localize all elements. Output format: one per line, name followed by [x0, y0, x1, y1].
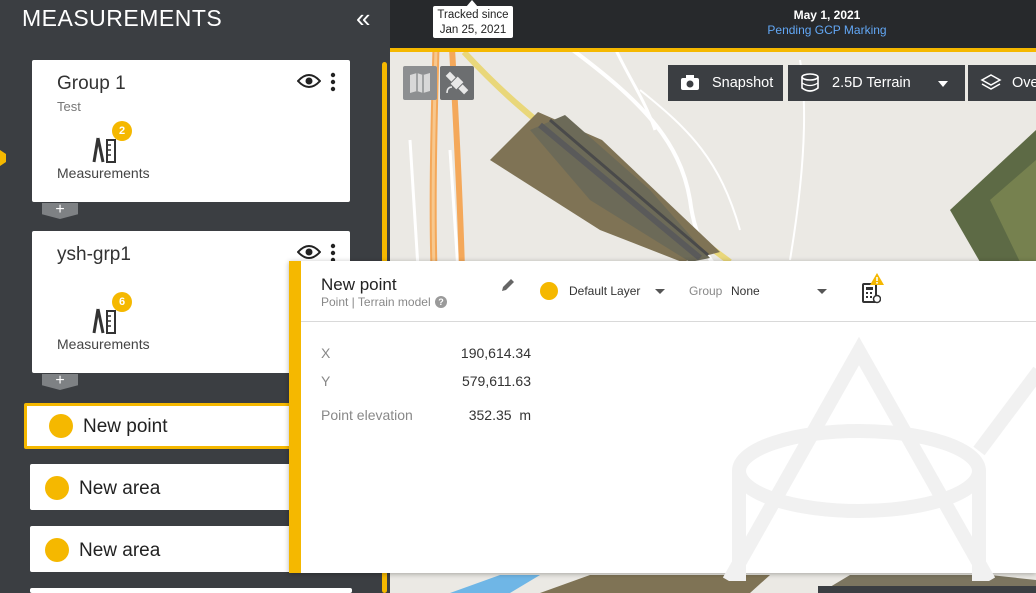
sidebar-title: MEASUREMENTS: [22, 5, 223, 31]
measurements-label: Measurements: [57, 165, 150, 181]
help-icon[interactable]: ?: [435, 296, 447, 308]
group-select[interactable]: None: [731, 284, 760, 298]
map-style-button[interactable]: [403, 66, 437, 100]
list-item-label: New point: [83, 416, 168, 437]
watermark-logo: [722, 336, 1036, 581]
survey-date[interactable]: May 1, 2021: [760, 8, 894, 22]
group-subtitle: Test: [57, 99, 81, 114]
overlays-button[interactable]: Ove: [968, 65, 1036, 101]
calculator-icon[interactable]: [861, 282, 881, 304]
area-color-dot: [45, 476, 69, 500]
collapse-sidebar-button[interactable]: «: [356, 4, 370, 32]
elevation-value: 352.35 m: [468, 407, 531, 423]
group-card[interactable]: Group 1 Test 2 Measurements: [32, 60, 350, 202]
layer-chevron-down-icon[interactable]: [655, 289, 665, 294]
tracked-since-label: Tracked since: [437, 9, 509, 21]
list-item-label: New area: [79, 540, 161, 561]
warning-icon: [870, 273, 884, 285]
more-options-icon[interactable]: [328, 71, 338, 93]
satellite-icon: [445, 71, 469, 95]
terrain-3d-icon: [801, 73, 819, 92]
group-title: ysh-grp1: [57, 244, 131, 265]
measurement-count-badge: 6: [112, 292, 132, 312]
group-field-label: Group: [689, 284, 723, 298]
snapshot-label: Snapshot: [712, 75, 774, 91]
y-coordinate-value: 579,611.63: [461, 373, 531, 389]
camera-icon: [681, 75, 699, 90]
x-coordinate-label: X: [321, 345, 331, 361]
measurement-count-badge: 2: [112, 121, 132, 141]
point-title: New point: [321, 275, 397, 294]
snapshot-button[interactable]: Snapshot: [668, 65, 783, 101]
terrain-dropdown[interactable]: 2.5D Terrain: [788, 65, 965, 101]
group-chevron-down-icon[interactable]: [817, 289, 827, 294]
add-group-button[interactable]: +: [42, 374, 78, 390]
point-details-panel: New point Point | Terrain model ? Defaul…: [289, 261, 1036, 581]
tracked-since-date: Jan 25, 2021: [439, 23, 507, 36]
survey-status-link[interactable]: Pending GCP Marking: [760, 23, 894, 37]
panel-divider: [301, 321, 1036, 322]
chevron-down-icon: [938, 81, 948, 87]
tracked-since-tooltip: Tracked since Jan 25, 2021: [433, 6, 513, 38]
measurements-label: Measurements: [57, 336, 150, 352]
visibility-eye-icon[interactable]: [297, 244, 321, 260]
y-coordinate-label: Y: [321, 373, 331, 389]
list-item-new-point[interactable]: New point: [24, 403, 296, 449]
point-color-dot: [49, 414, 73, 438]
panel-accent-bar: [289, 261, 301, 573]
layer-color-dot[interactable]: [540, 282, 558, 300]
area-color-dot: [45, 538, 69, 562]
edit-pencil-icon[interactable]: [500, 277, 516, 293]
list-item[interactable]: [30, 588, 352, 593]
sidebar-tab-marker: [0, 150, 6, 166]
add-group-button[interactable]: +: [42, 203, 78, 219]
satellite-button[interactable]: [440, 66, 474, 100]
point-subtitle: Point | Terrain model: [321, 295, 431, 309]
visibility-eye-icon[interactable]: [297, 73, 321, 89]
map-icon: [410, 73, 430, 93]
overlays-label: Ove: [1012, 75, 1036, 91]
layer-select[interactable]: Default Layer: [569, 284, 640, 298]
x-coordinate-value: 190,614.34: [460, 345, 531, 361]
list-item-label: New area: [79, 478, 161, 499]
layers-icon: [980, 74, 1002, 90]
timeline-track: [390, 48, 1036, 52]
terrain-label: 2.5D Terrain: [832, 75, 911, 91]
group-title: Group 1: [57, 73, 126, 94]
